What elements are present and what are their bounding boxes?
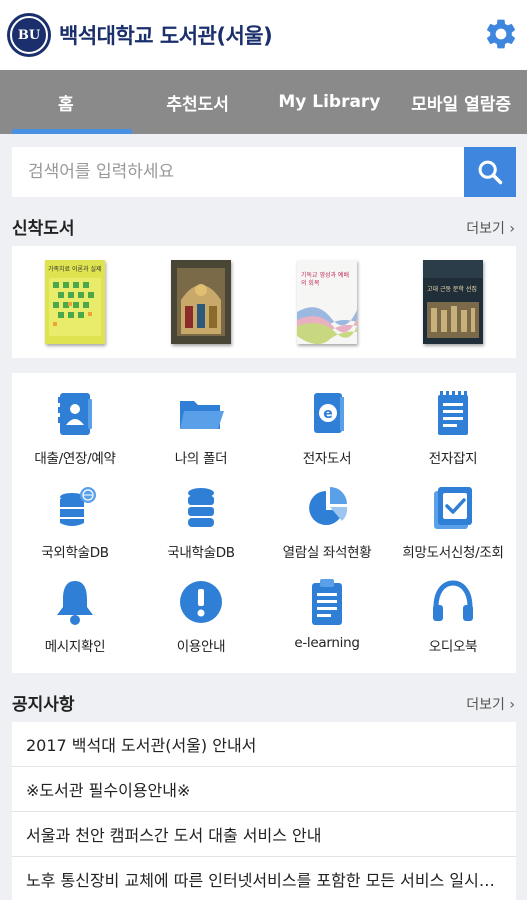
menu-item-seat-status[interactable]: 열람실 좌석현황 — [264, 483, 390, 577]
list-item[interactable]: ※도서관 필수이용안내※ — [12, 767, 516, 812]
menu-label: 열람실 좌석현황 — [282, 545, 372, 561]
menu-label: 이용안내 — [176, 639, 226, 655]
menu-item-domestic-db[interactable]: 국내학술DB — [138, 483, 264, 577]
menu-item-foreign-db[interactable]: 국외학술DB — [12, 483, 138, 577]
menu-label: 전자잡지 — [428, 451, 478, 467]
svg-text:e: e — [323, 406, 333, 422]
book-cover[interactable]: 고대 근동 문학 선집 — [423, 260, 483, 344]
menu-label: 나의 폴더 — [174, 451, 228, 467]
list-item[interactable]: 2017 백석대 도서관(서울) 안내서 — [12, 722, 516, 767]
pie-chart-icon — [309, 487, 348, 525]
menu-label: e-learning — [294, 635, 360, 651]
book-cover-title: 고대 근동 문학 선집 — [427, 286, 477, 293]
book-cover-title: 기독교 영성과 예배의 회복 — [301, 272, 349, 287]
search-input[interactable] — [12, 147, 464, 197]
exclamation-icon — [180, 581, 222, 623]
menu-item-e-learning[interactable]: e-learning — [264, 577, 390, 671]
menu-label: 메시지확인 — [44, 639, 106, 655]
tab-recommended-books[interactable]: 추천도서 — [132, 70, 264, 134]
notices-title: 공지사항 — [12, 695, 75, 715]
menu-item-magazine[interactable]: 전자잡지 — [390, 389, 516, 483]
menu-label: 국외학술DB — [41, 545, 109, 561]
database-global-icon — [60, 487, 96, 526]
menu-item-loan[interactable]: 대출/연장/예약 — [12, 389, 138, 483]
app-title: 백석대학교 도서관(서울) — [59, 24, 273, 48]
menu-label: 전자도서 — [302, 451, 352, 467]
quick-menu: 대출/연장/예약 나의 폴더 e 전자도서 전자잡지 국외학술DB 국내학술DB… — [12, 373, 516, 673]
search-bar — [12, 147, 516, 197]
menu-label: 국내학술DB — [167, 545, 235, 561]
new-books-title: 신착도서 — [12, 219, 75, 239]
magazine-icon — [438, 391, 468, 435]
book-cover[interactable]: 기독교 영성과 예배의 회복 — [297, 260, 357, 344]
book-cover[interactable]: 가족치료 이론과 실제 — [45, 260, 105, 344]
new-books-carousel: 가족치료 이론과 실제 기독교 영성과 예배의 회복 고대 근동 문학 선집 — [12, 246, 516, 358]
book-cover[interactable] — [171, 260, 231, 344]
menu-item-messages[interactable]: 메시지확인 — [12, 577, 138, 671]
menu-label: 대출/연장/예약 — [34, 451, 116, 467]
clipboard-icon — [312, 579, 342, 625]
menu-item-guide[interactable]: 이용안내 — [138, 577, 264, 671]
notices-more-link[interactable]: 더보기 › — [466, 694, 515, 714]
book-cover-art — [171, 260, 231, 344]
notice-list: 2017 백석대 도서관(서울) 안내서 ※도서관 필수이용안내※ 서울과 천안… — [12, 722, 516, 900]
search-icon — [478, 160, 503, 185]
notice-title: 노후 통신장비 교체에 따른 인터넷서비스를 포함한 모든 서비스 일시중단 안… — [26, 871, 504, 890]
bell-icon — [57, 581, 93, 625]
notice-title: 서울과 천안 캠퍼스간 도서 대출 서비스 안내 — [26, 826, 322, 845]
contact-book-icon — [58, 393, 92, 435]
notice-title: 2017 백석대 도서관(서울) 안내서 — [26, 736, 257, 755]
menu-label: 희망도서신청/조회 — [402, 545, 504, 561]
list-item[interactable]: 노후 통신장비 교체에 따른 인터넷서비스를 포함한 모든 서비스 일시중단 안… — [12, 857, 516, 900]
gear-icon[interactable] — [483, 16, 519, 52]
menu-item-audiobook[interactable]: 오디오북 — [390, 577, 516, 671]
book-cover-title: 가족치료 이론과 실제 — [48, 266, 102, 273]
book-cover-art — [423, 260, 483, 344]
menu-item-my-folder[interactable]: 나의 폴더 — [138, 389, 264, 483]
headphones-icon — [433, 580, 473, 621]
university-logo: BU — [7, 13, 51, 57]
folder-icon — [180, 401, 224, 429]
main-tab-bar: 홈 추천도서 My Library 모바일 열람증 — [0, 70, 527, 134]
menu-item-book-request[interactable]: 희망도서신청/조회 — [390, 483, 516, 577]
new-books-more-link[interactable]: 더보기 › — [466, 218, 515, 238]
logo-text: BU — [10, 16, 48, 54]
ebook-icon: e — [314, 393, 344, 433]
app-header: BU 백석대학교 도서관(서울) — [0, 0, 527, 70]
tab-mobile-pass[interactable]: 모바일 열람증 — [395, 70, 527, 134]
menu-item-ebook[interactable]: e 전자도서 — [264, 389, 390, 483]
tab-home[interactable]: 홈 — [0, 70, 132, 134]
list-item[interactable]: 서울과 천안 캠퍼스간 도서 대출 서비스 안내 — [12, 812, 516, 857]
tab-my-library[interactable]: My Library — [264, 70, 396, 134]
database-icon — [188, 488, 214, 527]
search-button[interactable] — [464, 147, 516, 197]
menu-label: 오디오북 — [428, 639, 478, 655]
notice-title: ※도서관 필수이용안내※ — [26, 781, 191, 800]
check-document-icon — [434, 487, 472, 529]
